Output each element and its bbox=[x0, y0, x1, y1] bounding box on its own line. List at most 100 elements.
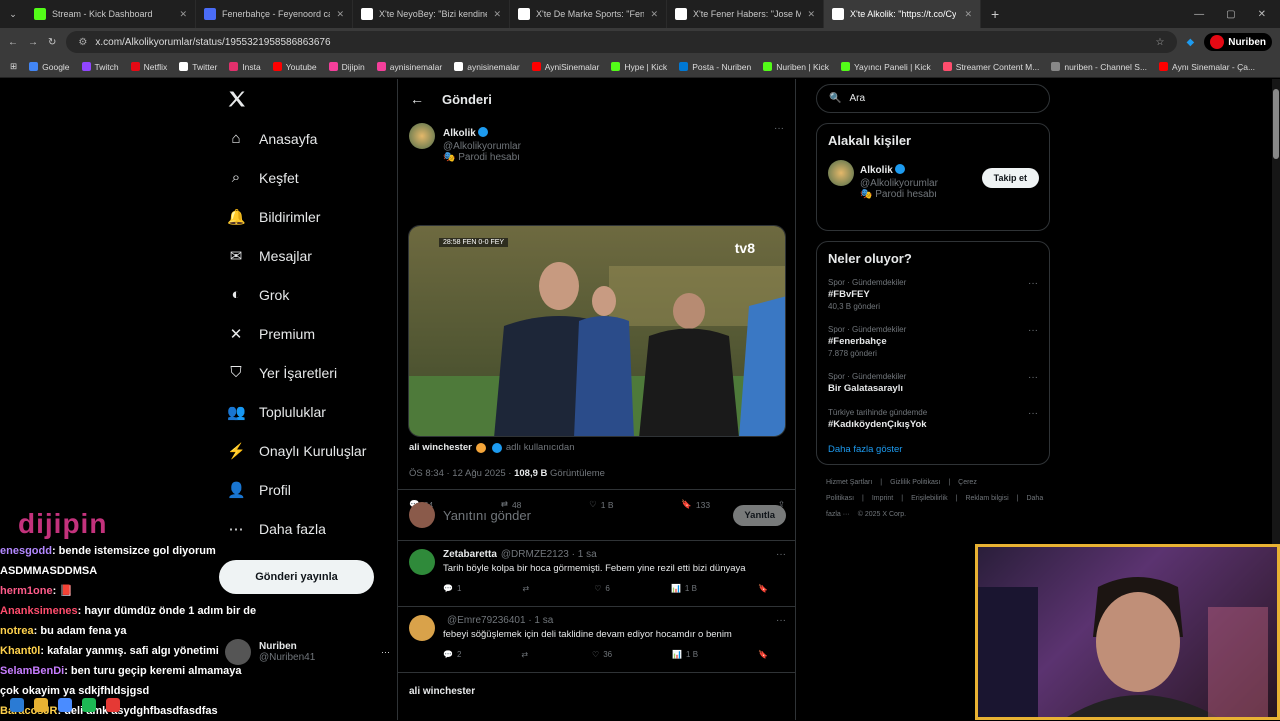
tab-close-icon[interactable]: ✕ bbox=[650, 9, 658, 20]
browser-tab[interactable]: X'te NeyoBey: "Bizi kendine ba ✕ bbox=[353, 0, 510, 28]
author-handle[interactable]: @Alkolikyorumlar bbox=[443, 141, 521, 152]
record-icon[interactable] bbox=[106, 698, 120, 712]
x-logo-icon[interactable] bbox=[225, 79, 395, 119]
tab-close-icon[interactable]: ✕ bbox=[336, 9, 344, 20]
bookmark-icon[interactable]: 🔖 bbox=[758, 584, 768, 593]
reply-action[interactable]: 💬 1 bbox=[443, 584, 461, 593]
bookmark-item[interactable]: Yayıncı Paneli | Kick bbox=[841, 62, 931, 72]
tab-close-icon[interactable]: ✕ bbox=[493, 9, 501, 20]
retweet-action[interactable]: ⇄ bbox=[522, 584, 533, 593]
trend-item[interactable]: Spor · Gündemdekiler #FBvFEY 40,3 B gönder… bbox=[828, 278, 1038, 311]
extension-icon[interactable]: ◆ bbox=[1187, 37, 1195, 48]
bookmark-item[interactable]: Google bbox=[29, 62, 70, 72]
reply-more-icon[interactable]: ··· bbox=[776, 549, 786, 593]
chrome-icon[interactable] bbox=[58, 698, 72, 712]
reload-icon[interactable]: ↻ bbox=[48, 37, 56, 48]
nav-item[interactable]: ✉ Mesajlar bbox=[225, 236, 395, 275]
bookmark-item[interactable]: AyniSinemalar bbox=[531, 62, 599, 72]
chat-username[interactable]: Ananksimenes bbox=[0, 605, 78, 617]
footer-link[interactable]: © 2025 X Corp. bbox=[858, 511, 906, 518]
footer-link[interactable]: Gizlilik Politikası bbox=[890, 479, 940, 486]
retweet-action[interactable]: ⇄ bbox=[521, 650, 532, 659]
related-handle[interactable]: @Alkolikyorumlar bbox=[860, 178, 938, 189]
bookmark-item[interactable]: Aynı Sinemalar - Ça... bbox=[1159, 62, 1255, 72]
trend-item[interactable]: Türkiye tarihinde gündemde #KadıköydenÇık… bbox=[828, 408, 1038, 430]
video-player[interactable]: 28:58 FEN 0-0 FEY tv8 bbox=[408, 225, 786, 437]
bookmark-item[interactable]: Youtube bbox=[272, 62, 317, 72]
trend-item[interactable]: Spor · Gündemdekiler #Fenerbahçe 7.878 gön… bbox=[828, 325, 1038, 358]
browser-tab[interactable]: X'te De Marke Sports: "Fenerba ✕ bbox=[510, 0, 667, 28]
nav-item[interactable]: ⌕ Keşfet bbox=[225, 158, 395, 197]
post-time[interactable]: ÖS 8:34 · 12 Ağu 2025 · bbox=[409, 468, 511, 479]
reply-more-icon[interactable]: ··· bbox=[776, 615, 786, 659]
avatar[interactable] bbox=[828, 160, 854, 186]
close-window-icon[interactable]: ✕ bbox=[1258, 9, 1266, 20]
reply-author-handle[interactable]: @DRMZE2123 · 1 sa bbox=[501, 549, 597, 560]
forward-icon[interactable]: → bbox=[28, 37, 38, 48]
avatar[interactable] bbox=[409, 549, 435, 575]
trend-more-icon[interactable]: ··· bbox=[1028, 278, 1038, 289]
follow-button[interactable]: Takip et bbox=[981, 168, 1039, 188]
chat-username[interactable]: notrea bbox=[0, 625, 34, 637]
tab-close-icon[interactable]: ✕ bbox=[807, 9, 815, 20]
bookmark-item[interactable]: Netflix bbox=[130, 62, 167, 72]
apps-icon[interactable]: ⊞ bbox=[10, 61, 17, 72]
bookmark-item[interactable]: Posta - Nuriben bbox=[679, 62, 751, 72]
show-more-link[interactable]: Daha fazla göster bbox=[828, 444, 1038, 455]
related-name[interactable]: Alkolik bbox=[860, 165, 893, 176]
scrollbar-thumb[interactable] bbox=[1273, 89, 1279, 159]
author-name[interactable]: Alkolik bbox=[443, 128, 476, 139]
like-action[interactable]: ♡ 36 bbox=[592, 650, 612, 659]
author-avatar[interactable] bbox=[409, 123, 435, 149]
views-action[interactable]: 📊 1 B bbox=[671, 584, 697, 593]
site-info-icon[interactable]: ⚙ bbox=[78, 37, 87, 48]
back-arrow-icon[interactable]: ← bbox=[410, 91, 424, 107]
maximize-icon[interactable]: ▢ bbox=[1226, 9, 1235, 20]
trend-more-icon[interactable]: ··· bbox=[1028, 372, 1038, 383]
chat-username[interactable]: Khant0l bbox=[0, 645, 40, 657]
bookmark-item[interactable]: aynisinemalar bbox=[376, 62, 442, 72]
profile-badge[interactable]: Nuriben bbox=[1204, 33, 1272, 51]
bookmark-icon[interactable]: 🔖 bbox=[758, 650, 768, 659]
nav-item[interactable]: ⛉ Yer İşaretleri bbox=[225, 353, 395, 392]
windows-icon[interactable] bbox=[10, 698, 24, 712]
footer-link[interactable]: Erişilebilirlik bbox=[911, 495, 948, 502]
nav-item[interactable]: ✕ Premium bbox=[225, 314, 395, 353]
reply-tweet[interactable]: ali winchester bbox=[398, 673, 795, 720]
footer-link[interactable]: Hizmet Şartları bbox=[826, 479, 872, 486]
reply-tweet[interactable]: Zetabaretta @DRMZE2123 · 1 sa Tarih böyle … bbox=[398, 541, 795, 607]
reply-tweet[interactable]: @Emre79236401 · 1 sa febeyi söğüşlemek iç… bbox=[398, 607, 795, 673]
url-field[interactable]: ⚙ x.com/Alkolikyorumlar/status/195532195… bbox=[66, 31, 1177, 53]
bookmark-item[interactable]: Streamer Content M... bbox=[942, 62, 1039, 72]
like-action[interactable]: ♡ 6 bbox=[594, 584, 610, 593]
nav-item[interactable]: 👤 Profil bbox=[225, 470, 395, 509]
chat-username[interactable]: enesgodd bbox=[0, 545, 52, 557]
browser-tab[interactable]: X'te Alkolik: "https://t.co/Cy ✕ bbox=[824, 0, 981, 28]
trend-more-icon[interactable]: ··· bbox=[1028, 408, 1038, 419]
tab-close-icon[interactable]: ✕ bbox=[964, 9, 972, 20]
trend-more-icon[interactable]: ··· bbox=[1028, 325, 1038, 336]
nav-item[interactable]: ⌂ Anasayfa bbox=[225, 119, 395, 158]
reply-action[interactable]: 💬 2 bbox=[443, 650, 461, 659]
minimize-icon[interactable]: — bbox=[1194, 9, 1204, 20]
bookmark-item[interactable]: Insta bbox=[229, 62, 261, 72]
browser-tab[interactable]: Fenerbahçe - Feyenoord canlı s ✕ bbox=[196, 0, 353, 28]
bookmark-item[interactable]: aynisinemalar bbox=[454, 62, 520, 72]
search-input[interactable]: 🔍 Ara bbox=[816, 84, 1050, 113]
new-tab-icon[interactable]: + bbox=[981, 6, 1009, 22]
bookmark-item[interactable]: Dijipin bbox=[328, 62, 365, 72]
footer-link[interactable]: Imprint bbox=[872, 495, 893, 502]
nav-item[interactable]: ◐ Grok bbox=[225, 275, 395, 314]
reply-author-handle[interactable]: @Emre79236401 · 1 sa bbox=[447, 615, 553, 626]
trend-item[interactable]: Spor · Gündemdekiler Bir Galatasaraylı ··· bbox=[828, 372, 1038, 394]
views-action[interactable]: 📊 1 B bbox=[672, 650, 698, 659]
tab-close-icon[interactable]: ✕ bbox=[179, 9, 187, 20]
reply-input[interactable]: Yanıtını gönder bbox=[443, 508, 531, 523]
tab-search-icon[interactable]: ⌄ bbox=[0, 9, 26, 20]
reply-button[interactable]: Yanıtla bbox=[733, 504, 786, 526]
chat-username[interactable]: SelamBenDi bbox=[0, 665, 64, 677]
browser-tab[interactable]: X'te Fener Habers: "Jose Mouri ✕ bbox=[667, 0, 824, 28]
bookmark-item[interactable]: Nuriben | Kick bbox=[763, 62, 829, 72]
star-icon[interactable]: ☆ bbox=[1156, 37, 1165, 48]
bookmark-item[interactable]: Twitch bbox=[81, 62, 119, 72]
